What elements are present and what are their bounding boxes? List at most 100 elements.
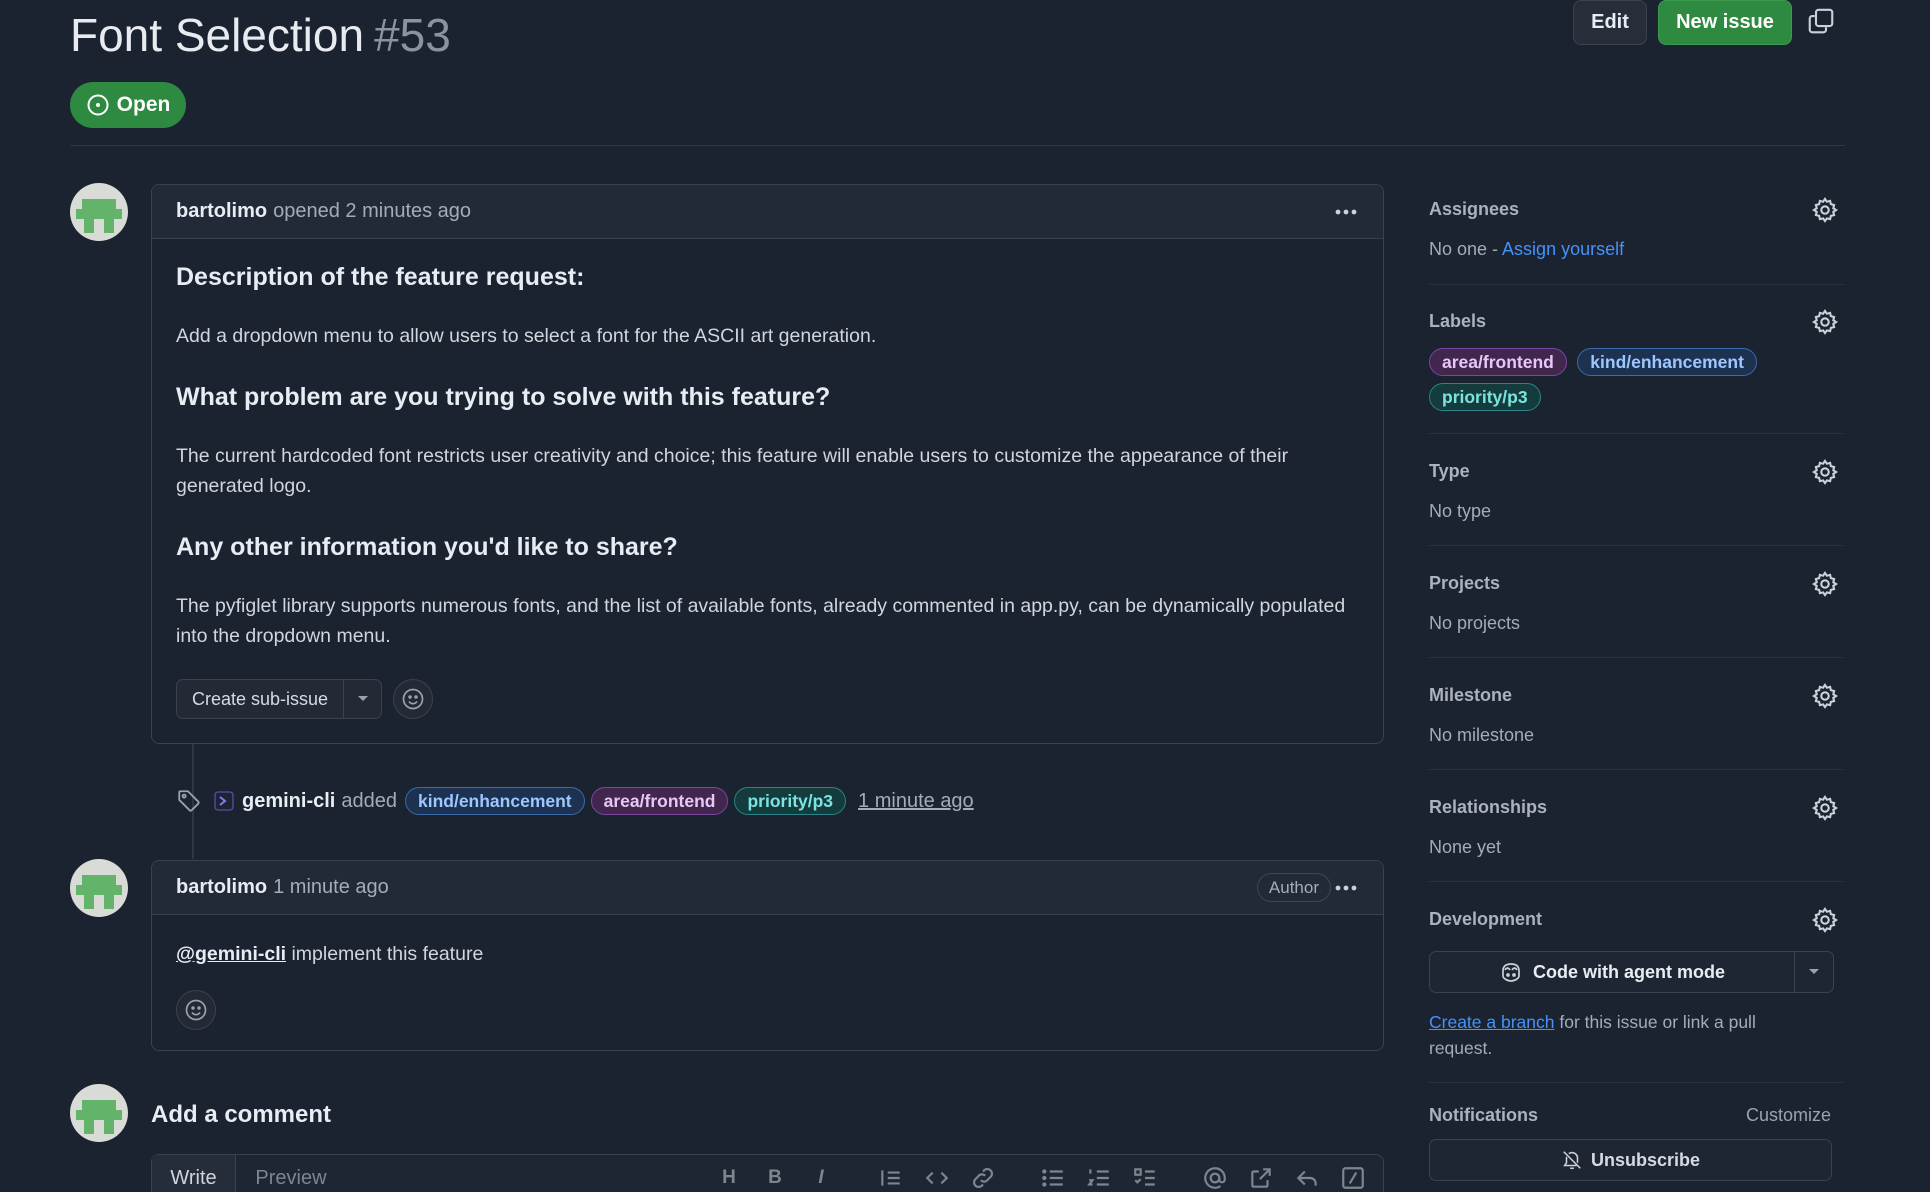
ordered-list-icon[interactable] [1086,1165,1112,1191]
reply-icon[interactable] [1294,1165,1320,1191]
label-event: gemini-cli added kind/enhancement area/f… [176,783,974,819]
gear-icon[interactable] [1811,570,1839,598]
body-heading-1: Description of the feature request: [176,263,585,291]
labels-list-row-2: priority/p3 [1429,383,1547,411]
event-actor[interactable]: gemini-cli [242,790,335,813]
comment-header: bartolimo opened 2 minutes ago [152,185,1383,239]
quote-icon[interactable] [878,1165,904,1191]
gear-icon[interactable] [1811,794,1839,822]
smiley-icon [402,688,424,710]
sidebar-divider [1429,657,1844,658]
gear-icon[interactable] [1811,682,1839,710]
customize-link[interactable]: Customize [1746,1105,1831,1126]
tag-icon [178,790,200,812]
slash-commands-icon[interactable] [1340,1165,1366,1191]
create-sub-issue-button[interactable]: Create sub-issue [177,680,344,718]
issue-number: #53 [374,9,451,61]
tab-preview[interactable]: Preview [236,1155,346,1192]
assign-yourself-link[interactable]: Assign yourself [1502,239,1624,259]
projects-title: Projects [1429,573,1501,593]
avatar[interactable] [70,1084,128,1142]
unordered-list-icon[interactable] [1040,1165,1066,1191]
milestone-value: No milestone [1429,725,1535,745]
sidebar-label-kind-enhancement[interactable]: kind/enhancement [1577,348,1757,376]
kebab-icon[interactable] [1331,197,1361,227]
comment-time[interactable]: 1 minute ago [273,876,389,899]
milestone-title: Milestone [1429,685,1513,705]
assignees-value: No one - Assign yourself [1429,239,1624,260]
copilot-icon [1502,963,1520,982]
sidebar-divider [1429,284,1844,285]
issue-title: Font Selection #53 [70,8,451,62]
comment-header: bartolimo 1 minute ago Author [152,861,1383,915]
add-reaction-button[interactable] [393,679,433,719]
add-reaction-button[interactable] [176,990,216,1030]
event-label-kind-enhancement[interactable]: kind/enhancement [404,787,585,815]
sidebar-label-area-frontend[interactable]: area/frontend [1429,348,1567,376]
gear-icon[interactable] [1811,458,1839,486]
event-time[interactable]: 1 minute ago [858,790,974,813]
comment-text: @gemini-cli implement this feature [176,939,483,969]
author-badge: Author [1256,873,1331,902]
sidebar-divider [1429,545,1844,546]
comment-author[interactable]: bartolimo [176,200,267,223]
code-icon[interactable] [924,1165,950,1191]
mention-link[interactable]: @gemini-cli [176,943,286,965]
type-title: Type [1429,461,1470,481]
comment-text-rest: implement this feature [286,943,484,965]
code-with-agent-button[interactable]: Code with agent mode [1430,952,1795,992]
new-issue-button[interactable]: New issue [1658,0,1792,45]
event-label-priority-p3[interactable]: priority/p3 [734,787,847,815]
avatar[interactable] [70,183,128,241]
code-with-agent-group: Code with agent mode [1429,951,1834,993]
body-heading-2: What problem are you trying to solve wit… [176,383,831,411]
sidebar-divider [1429,769,1844,770]
code-with-agent-dropdown[interactable] [1795,952,1833,992]
link-icon[interactable] [970,1165,996,1191]
development-help-line-2: request. [1429,1038,1493,1058]
create-sub-issue-group: Create sub-issue [176,679,382,719]
italic-tool[interactable]: I [808,1165,834,1191]
tab-write[interactable]: Write [152,1155,236,1192]
gear-icon[interactable] [1811,196,1839,224]
header-divider [70,145,1845,146]
mention-icon[interactable] [1202,1165,1228,1191]
bold-tool[interactable]: B [762,1165,788,1191]
sidebar-label-priority-p3[interactable]: priority/p3 [1429,383,1541,411]
cross-reference-icon[interactable] [1248,1165,1274,1191]
heading-tool[interactable]: H [716,1165,742,1191]
comment-meta[interactable]: opened 2 minutes ago [273,200,471,223]
labels-title: Labels [1429,311,1487,331]
create-sub-issue-dropdown[interactable] [344,680,381,718]
event-label-area-frontend[interactable]: area/frontend [590,787,729,815]
relationships-title: Relationships [1429,797,1548,817]
comment-author[interactable]: bartolimo [176,876,267,899]
body-paragraph-2: The current hardcoded font restricts use… [176,445,1289,497]
gear-icon[interactable] [1811,308,1839,336]
comment: bartolimo 1 minute ago Author @gemini-cl… [151,860,1384,1051]
issue-opened-icon [87,94,109,116]
sidebar-divider [1429,881,1844,882]
smiley-icon [185,999,207,1021]
issue-title-text: Font Selection [70,9,365,61]
code-with-agent-label: Code with agent mode [1532,961,1725,982]
comment-editor: Write Preview H B I [151,1154,1384,1192]
status-label: Open [116,93,171,116]
development-help-text: for this issue or link a pull [1554,1012,1756,1032]
task-list-icon[interactable] [1132,1165,1158,1191]
bot-icon[interactable] [214,791,234,811]
edit-button[interactable]: Edit [1573,0,1647,45]
unsubscribe-button[interactable]: Unsubscribe [1429,1139,1832,1181]
avatar[interactable] [70,859,128,917]
comment-body: @gemini-cli implement this feature [152,915,1383,1050]
bell-slash-icon [1563,1151,1581,1170]
kebab-icon[interactable] [1331,873,1361,903]
assignees-none: No one - [1429,239,1503,259]
copy-icon[interactable] [1806,6,1836,36]
labels-list: area/frontend kind/enhancement [1429,348,1844,376]
create-branch-link[interactable]: Create a branch [1429,1012,1555,1032]
sidebar-divider [1429,433,1844,434]
chevron-down-icon [357,696,368,701]
gear-icon[interactable] [1811,906,1839,934]
body-heading-3: Any other information you'd like to shar… [176,533,678,561]
